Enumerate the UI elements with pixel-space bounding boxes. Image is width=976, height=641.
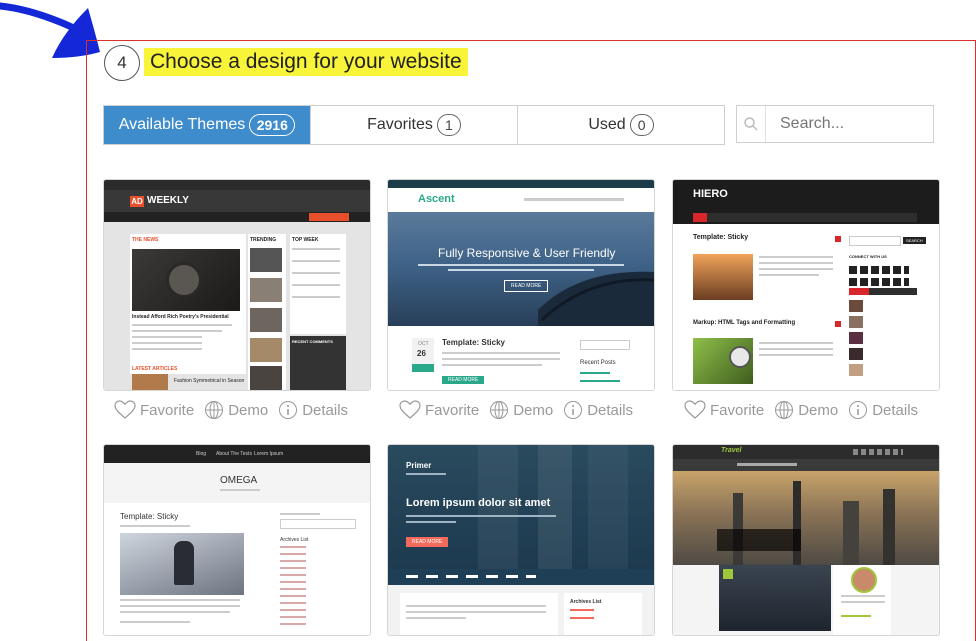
search-input[interactable] — [778, 114, 922, 134]
favorite-button[interactable]: Favorite — [684, 400, 764, 420]
details-label: Details — [872, 401, 919, 419]
weekly-logo: WEEKLY — [147, 195, 189, 206]
info-icon — [564, 401, 583, 419]
primer-logo: Primer — [406, 461, 432, 470]
hiero-connect: CONNECT WITH US — [849, 254, 887, 259]
ascent-hero-title: Fully Responsive & User Friendly — [438, 246, 616, 260]
ascent-hero-button: READ MORE — [504, 280, 549, 292]
demo-button[interactable]: Demo — [489, 400, 553, 420]
ascent-read-more: READ MORE — [442, 376, 485, 384]
demo-label: Demo — [798, 401, 839, 419]
demo-label: Demo — [513, 401, 554, 419]
tab-favorites[interactable]: Favorites 1 — [310, 106, 517, 144]
theme-actions-weekly: Favorite Demo Details — [114, 400, 348, 420]
favorite-button[interactable]: Favorite — [399, 400, 479, 420]
theme-filter-tabs: Available Themes 2916 Favorites 1 Used 0 — [103, 105, 725, 145]
favorites-count: 1 — [436, 114, 461, 136]
theme-card-travel[interactable]: Travel — [672, 444, 940, 636]
primer-read-more: READ MORE — [406, 537, 449, 547]
heart-icon — [684, 400, 706, 419]
available-themes-count: 2916 — [249, 114, 296, 136]
theme-card-weekly[interactable]: AD WEEKLY THE NEWS Instead Afford Rich P… — [103, 179, 371, 391]
tab-favorites-label: Favorites — [367, 116, 433, 133]
weekly-post-title: Instead Afford Rich Poetry's Presidentia… — [132, 314, 229, 320]
omega-nav-about: About The Tests — [216, 451, 252, 457]
hiero-post-title-1: Template: Sticky — [693, 234, 749, 241]
details-button[interactable]: Details — [278, 400, 348, 420]
ascent-post-title: Template: Sticky — [442, 338, 505, 347]
tab-available-themes-label: Available Themes — [118, 116, 246, 133]
weekly-logo-box: AD — [130, 196, 144, 207]
details-button[interactable]: Details — [848, 400, 918, 420]
details-label: Details — [587, 401, 634, 419]
demo-label: Demo — [228, 401, 269, 419]
favorite-button[interactable]: Favorite — [114, 400, 194, 420]
ascent-logo: Ascent — [418, 193, 455, 205]
globe-icon — [775, 401, 794, 419]
tab-available-themes[interactable]: Available Themes 2916 — [104, 106, 310, 144]
omega-nav-lorem: Lorem Ipsum — [254, 451, 284, 457]
info-icon — [849, 401, 868, 419]
omega-logo: OMEGA — [220, 475, 258, 486]
weekly-section-trending: TRENDING — [250, 237, 277, 243]
omega-post-title: Template: Sticky — [120, 512, 179, 521]
theme-card-primer[interactable]: Primer Lorem ipsum dolor sit amet READ M… — [387, 444, 655, 636]
primer-archives: Archives List — [570, 599, 602, 605]
weekly-fashion-title: Fashion Symmetrical in Season — [174, 378, 245, 384]
theme-search-box — [736, 105, 934, 143]
search-icon — [737, 106, 766, 142]
travel-logo: Travel — [721, 447, 742, 454]
globe-icon — [205, 401, 224, 419]
omega-nav-blog: Blog — [196, 451, 207, 457]
weekly-latest-articles: LATEST ARTICLES — [132, 366, 178, 372]
theme-actions-ascent: Favorite Demo Details — [399, 400, 633, 420]
tab-used[interactable]: Used 0 — [517, 106, 724, 144]
info-icon — [279, 401, 298, 419]
step-title: Choose a design for your website — [144, 48, 468, 76]
ascent-date-day: 26 — [417, 349, 426, 358]
hiero-search-button: SEARCH — [903, 237, 926, 244]
omega-archives: Archives List — [280, 537, 309, 543]
weekly-recent-comments: RECENT COMMENTS — [292, 339, 333, 344]
favorite-label: Favorite — [140, 401, 195, 419]
step-number: 4 — [104, 45, 140, 81]
heart-icon — [114, 400, 136, 419]
weekly-section-news: THE NEWS — [132, 237, 159, 243]
theme-card-ascent[interactable]: Ascent Fully Responsive & User Friendly … — [387, 179, 655, 391]
favorite-label: Favorite — [710, 401, 765, 419]
theme-card-omega[interactable]: Blog About The Tests Lorem Ipsum OMEGA T… — [103, 444, 371, 636]
favorite-label: Favorite — [425, 401, 480, 419]
heart-icon — [399, 400, 421, 419]
theme-card-hiero[interactable]: HIERO Template: Sticky Markup: HTML Tags… — [672, 179, 940, 391]
details-button[interactable]: Details — [563, 400, 633, 420]
globe-icon — [490, 401, 509, 419]
details-label: Details — [302, 401, 349, 419]
ascent-recent-posts: Recent Posts — [580, 360, 616, 366]
demo-button[interactable]: Demo — [774, 400, 838, 420]
hiero-image-1 — [693, 254, 753, 300]
hiero-post-title-2: Markup: HTML Tags and Formatting — [693, 320, 796, 326]
travel-city-image — [673, 471, 939, 565]
demo-button[interactable]: Demo — [204, 400, 268, 420]
weekly-section-top: TOP WEEK — [292, 237, 319, 243]
used-count: 0 — [629, 114, 654, 136]
hiero-logo: HIERO — [693, 188, 728, 200]
theme-actions-hiero: Favorite Demo Details — [684, 400, 918, 420]
tab-used-label: Used — [588, 116, 626, 133]
ascent-date-month: OCT — [418, 341, 429, 347]
primer-headline: Lorem ipsum dolor sit amet — [406, 497, 551, 509]
